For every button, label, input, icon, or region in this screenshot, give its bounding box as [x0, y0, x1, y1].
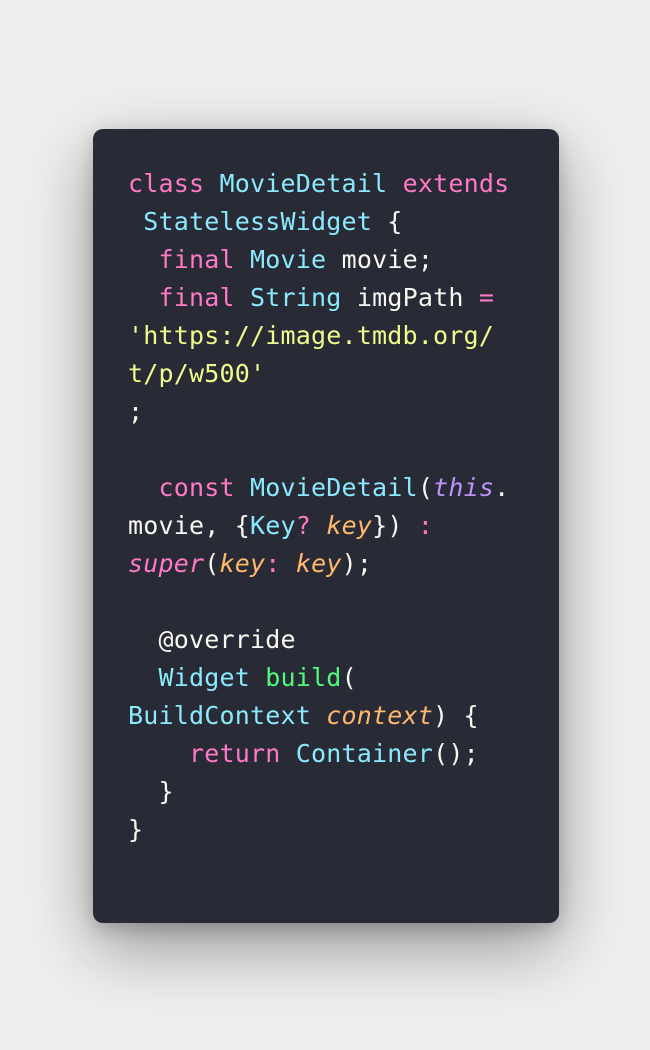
operator: = [478, 283, 495, 312]
keyword-super: super [128, 549, 205, 578]
method-name: build [265, 663, 342, 692]
string-literal: 'https://image.tmdb.org/ [128, 321, 495, 350]
code-line-2: StatelessWidget { [128, 203, 509, 241]
code-line-1: class MovieDetail extends [128, 165, 509, 203]
code-line-13: @override [128, 621, 509, 659]
type-name: Key [250, 511, 296, 540]
constructor-name: MovieDetail [250, 473, 418, 502]
return-type: Widget [158, 663, 251, 692]
code-line-10: movie, {Key? key}) : [128, 507, 509, 545]
annotation: @override [128, 625, 296, 654]
field-name: imgPath [341, 283, 479, 312]
code-line-4: final String imgPath = [128, 279, 509, 317]
code-snippet-card: class MovieDetail extends StatelessWidge… [93, 129, 559, 923]
code-line-16: return Container(); [128, 735, 509, 773]
argument-value: key [295, 549, 342, 578]
call-end: (); [433, 739, 479, 768]
argument-colon: : [265, 549, 281, 578]
type-name: Movie [250, 245, 327, 274]
keyword-final: final [158, 283, 235, 312]
code-line-15: BuildContext context) { [128, 697, 509, 735]
closing-brace: } [128, 815, 144, 844]
string-literal: t/p/w500' [128, 359, 266, 388]
keyword-return: return [189, 739, 281, 768]
dot: . [494, 473, 510, 502]
paren: ( [204, 549, 220, 578]
initializer-colon: : [417, 511, 434, 540]
class-name: MovieDetail [219, 169, 388, 198]
widget-name: Container [295, 739, 434, 768]
code-line-5: 'https://image.tmdb.org/ [128, 317, 509, 355]
named-argument: key [219, 549, 266, 578]
code-line-9: const MovieDetail(this. [128, 469, 510, 507]
superclass-name: StatelessWidget [143, 207, 373, 236]
parameter-text: movie, { [128, 511, 251, 540]
code-line-7: ; [128, 393, 509, 431]
code-block: class MovieDetail extends StatelessWidge… [128, 165, 509, 849]
code-line-14: Widget build( [128, 659, 509, 697]
nullable-operator: ? [295, 511, 312, 540]
parameter-name: key [326, 511, 373, 540]
code-line-18: } [128, 811, 509, 849]
code-line-3: final Movie movie; [128, 241, 509, 279]
keyword-final: final [158, 245, 235, 274]
brace: { [372, 207, 403, 236]
keyword-const: const [158, 473, 235, 502]
code-line-11: super(key: key); [128, 545, 509, 583]
closing-paren: ); [341, 549, 373, 578]
field-name: movie; [326, 245, 434, 274]
parameter-name: context [326, 701, 434, 730]
closing-paren-brace: ) { [433, 701, 479, 730]
closing-brace: } [128, 777, 174, 806]
parameter-type: BuildContext [128, 701, 312, 730]
semicolon: ; [128, 397, 144, 426]
keyword-this: this [433, 473, 495, 502]
type-name: String [250, 283, 342, 312]
code-line-6: t/p/w500' [128, 355, 509, 393]
keyword-extends: extends [402, 169, 510, 198]
paren: ( [341, 663, 357, 692]
paren: ( [417, 473, 434, 502]
closing-brackets: }) [372, 511, 418, 540]
code-line-17: } [128, 773, 509, 811]
keyword-class: class [128, 169, 205, 198]
